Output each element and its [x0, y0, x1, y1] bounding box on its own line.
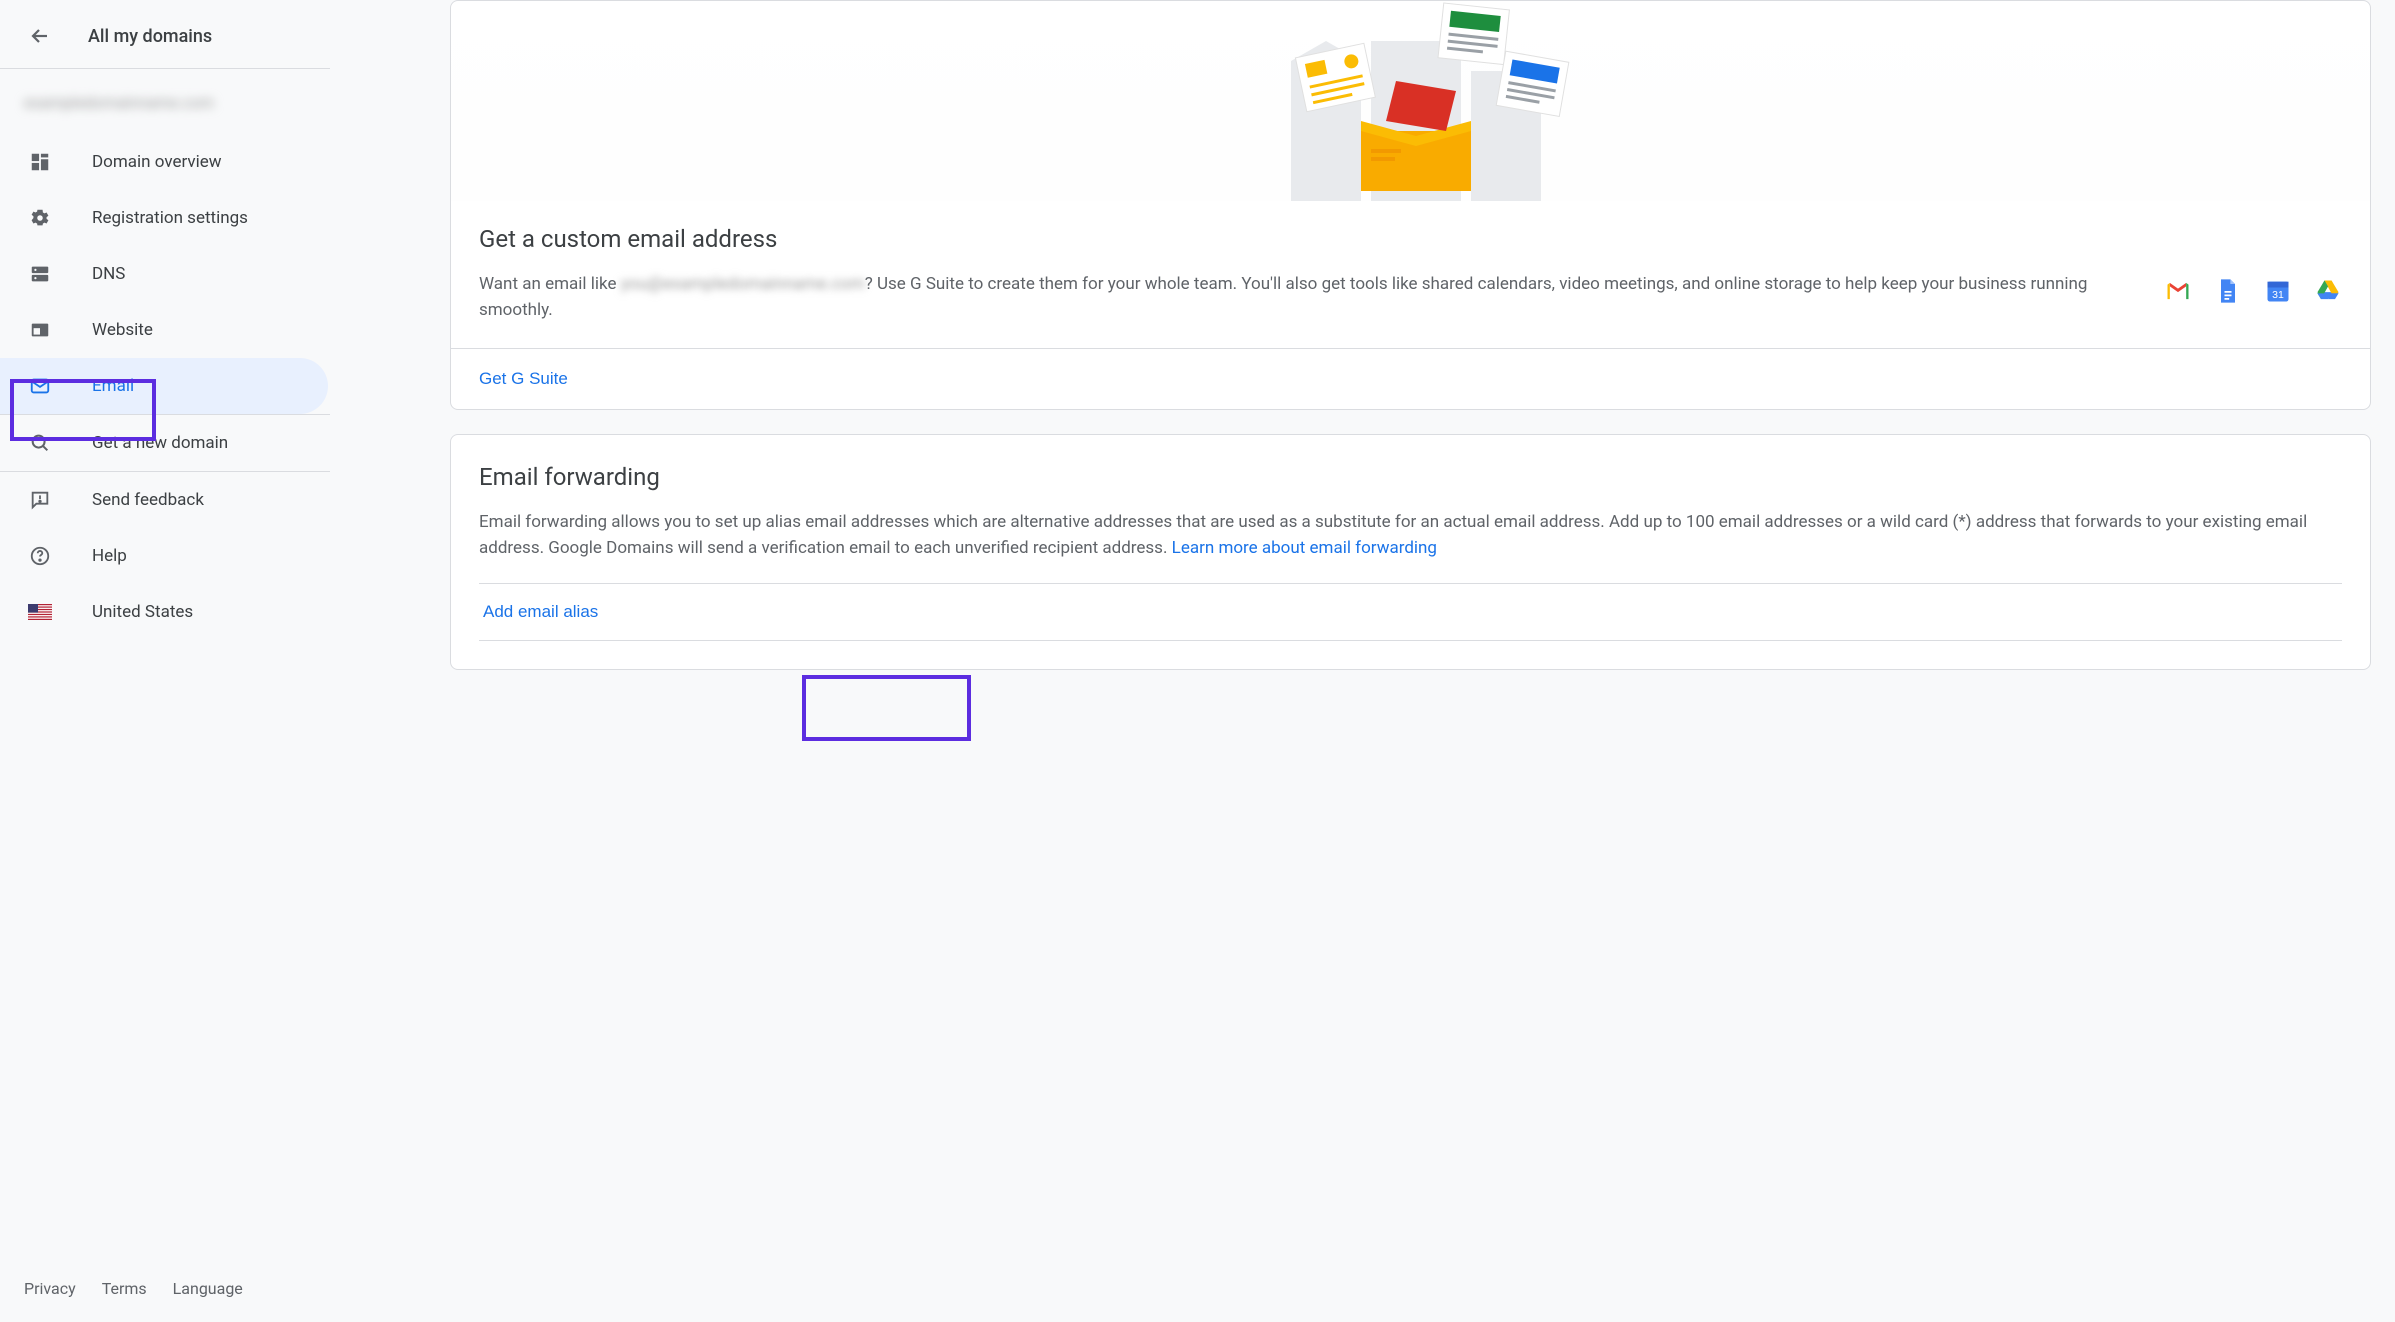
svg-text:31: 31	[2272, 289, 2284, 301]
nav-item-help[interactable]: Help	[0, 528, 328, 584]
nav-item-dns[interactable]: DNS	[0, 246, 328, 302]
footer-language-link[interactable]: Language	[173, 1279, 243, 1298]
back-arrow-icon[interactable]	[28, 24, 52, 48]
sidebar-footer: Privacy Terms Language	[0, 1279, 330, 1322]
nav-item-email[interactable]: Email	[0, 358, 328, 414]
nav-item-send-feedback[interactable]: Send feedback	[0, 472, 328, 528]
email-icon	[28, 374, 52, 398]
dns-icon	[28, 262, 52, 286]
forwarding-description: Email forwarding allows you to set up al…	[479, 509, 2342, 562]
docs-icon	[2214, 277, 2242, 309]
sidebar-header: All my domains	[0, 0, 330, 69]
nav-item-domain-overview[interactable]: Domain overview	[0, 134, 328, 190]
nav-label: DNS	[92, 264, 125, 284]
annotation-highlight-alias	[802, 675, 971, 741]
search-icon	[28, 431, 52, 455]
gsuite-email-example: you@exampledomainname.com	[621, 274, 865, 294]
nav-label: Email	[92, 376, 134, 396]
gsuite-title: Get a custom email address	[479, 225, 2342, 253]
nav-label: Registration settings	[92, 208, 248, 228]
feedback-icon	[28, 488, 52, 512]
add-email-alias-button[interactable]: Add email alias	[479, 584, 602, 640]
main-content: Get a custom email address Want an email…	[330, 0, 2395, 1322]
nav-item-country[interactable]: United States	[0, 584, 328, 640]
calendar-icon: 31	[2264, 277, 2292, 309]
forwarding-title: Email forwarding	[479, 463, 2342, 491]
nav-label: Website	[92, 320, 153, 340]
sidebar: All my domains exampledomainname.com Dom…	[0, 0, 330, 1322]
nav-label: Help	[92, 546, 127, 566]
footer-terms-link[interactable]: Terms	[102, 1279, 147, 1298]
get-gsuite-button[interactable]: Get G Suite	[479, 369, 568, 389]
gsuite-action-row: Get G Suite	[451, 348, 2370, 409]
gsuite-illustration	[451, 1, 2370, 201]
gsuite-description: Want an email like you@exampledomainname…	[479, 271, 2124, 324]
us-flag-icon	[28, 600, 52, 624]
gsuite-app-icons: 31	[2164, 271, 2342, 309]
website-icon	[28, 318, 52, 342]
domain-name-label: exampledomainname.com	[0, 69, 330, 128]
email-forwarding-card: Email forwarding Email forwarding allows…	[450, 434, 2371, 671]
nav-item-registration-settings[interactable]: Registration settings	[0, 190, 328, 246]
nav-item-get-new-domain[interactable]: Get a new domain	[0, 415, 328, 471]
gear-icon	[28, 206, 52, 230]
learn-more-link[interactable]: Learn more about email forwarding	[1172, 538, 1437, 558]
nav-label: United States	[92, 602, 193, 622]
alias-row: Add email alias	[479, 583, 2342, 641]
nav-item-website[interactable]: Website	[0, 302, 328, 358]
nav-label: Get a new domain	[92, 433, 228, 453]
nav-list: Domain overview Registration settings DN…	[0, 128, 330, 414]
help-icon	[28, 544, 52, 568]
drive-icon	[2314, 277, 2342, 309]
dashboard-icon	[28, 150, 52, 174]
gmail-icon	[2164, 277, 2192, 309]
gsuite-card: Get a custom email address Want an email…	[450, 0, 2371, 410]
nav-label: Send feedback	[92, 490, 204, 510]
footer-privacy-link[interactable]: Privacy	[24, 1279, 76, 1298]
nav-label: Domain overview	[92, 152, 222, 172]
gsuite-text-prefix: Want an email like	[479, 274, 621, 294]
sidebar-title[interactable]: All my domains	[88, 26, 212, 47]
